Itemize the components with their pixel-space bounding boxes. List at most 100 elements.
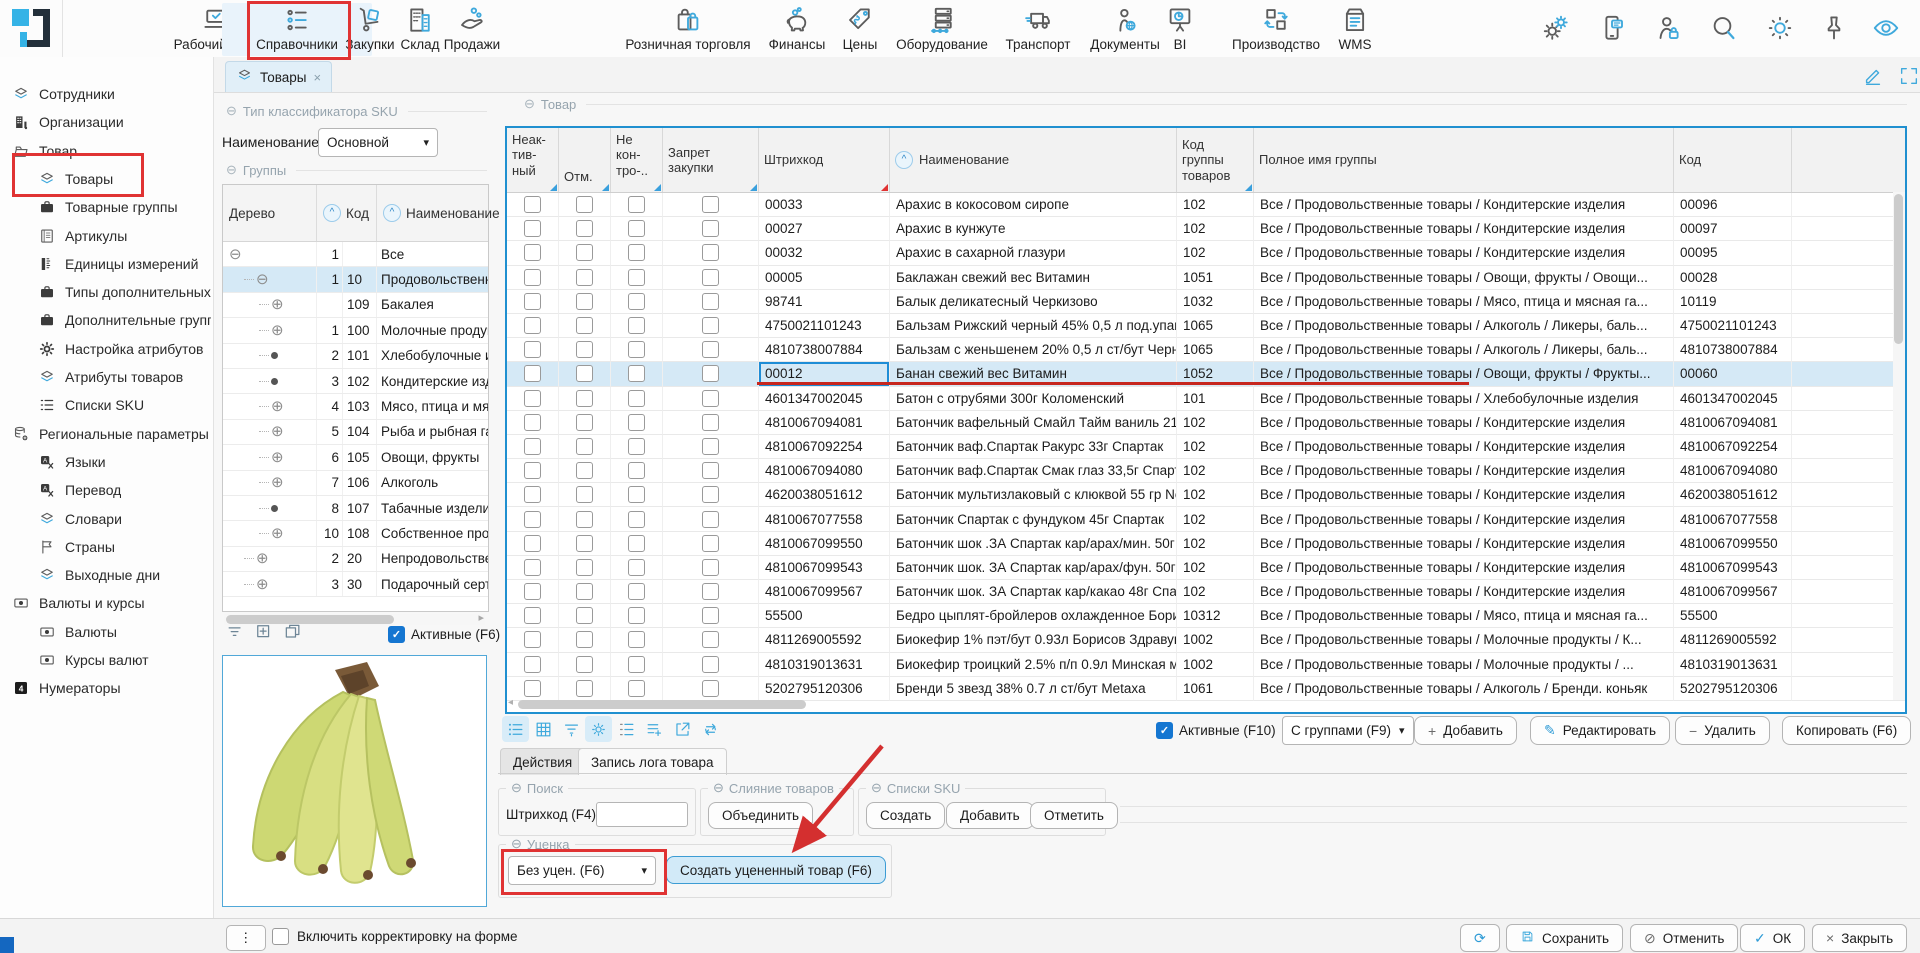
row-checkbox[interactable] xyxy=(628,196,645,213)
row-checkbox[interactable] xyxy=(524,631,541,648)
row-checkbox[interactable] xyxy=(524,269,541,286)
sidebar-item-18[interactable]: Выходные дни xyxy=(38,563,211,587)
cell-full-group[interactable]: Все / Продовольственные товары / Молочны… xyxy=(1254,628,1674,652)
row-checkbox[interactable] xyxy=(702,486,719,503)
cell-full-group[interactable]: Все / Продовольственные товары / Кондите… xyxy=(1254,411,1674,435)
row-checkbox[interactable] xyxy=(576,317,593,334)
close-button[interactable]: ×Закрыть xyxy=(1812,924,1907,952)
cell-code[interactable]: 4810319013631 xyxy=(1674,653,1792,677)
collapse-icon[interactable]: ⊖ xyxy=(511,780,522,796)
row-checkbox[interactable] xyxy=(628,365,645,382)
cell-group-code[interactable]: 102 xyxy=(1177,580,1254,604)
group-tree-row[interactable]: ⊕330Подарочный сертификат xyxy=(223,572,488,597)
sidebar-item-10[interactable]: Настройка атрибутов xyxy=(38,337,211,361)
row-checkbox[interactable] xyxy=(524,196,541,213)
row-checkbox[interactable] xyxy=(702,220,719,237)
cell-code[interactable]: 4810067094080 xyxy=(1674,459,1792,483)
row-checkbox[interactable] xyxy=(576,559,593,576)
refresh-button[interactable]: ⟳ xyxy=(1460,924,1500,952)
row-checkbox[interactable] xyxy=(702,656,719,673)
product-row[interactable]: 4750021101243Бальзам Рижский черный 45% … xyxy=(507,314,1905,338)
tab-tovary[interactable]: Товары × xyxy=(225,61,332,92)
sidebar-item-6[interactable]: Артикулы xyxy=(38,224,211,248)
cell-name[interactable]: Батон с отрубями 300г Коломенский xyxy=(890,387,1177,411)
copy-layout-icon[interactable] xyxy=(283,622,303,645)
row-checkbox[interactable] xyxy=(524,414,541,431)
cell-barcode[interactable]: 4620038051612 xyxy=(759,483,890,507)
row-checkbox[interactable] xyxy=(702,511,719,528)
cell-code[interactable]: 4601347002045 xyxy=(1674,387,1792,411)
product-row[interactable]: 00005Баклажан свежий вес Витамин1051Все … xyxy=(507,266,1905,290)
active-checkbox[interactable]: ✓ xyxy=(1156,722,1173,739)
cell-name[interactable]: Бедро цыплят-бройлеров охлажденное Борис… xyxy=(890,604,1177,628)
row-checkbox[interactable] xyxy=(524,511,541,528)
form-menu-button[interactable]: ⋮ xyxy=(226,925,266,951)
collapse-icon[interactable]: ⊖ xyxy=(871,780,882,796)
row-checkbox[interactable] xyxy=(628,486,645,503)
product-row[interactable]: 4810067099543Батончик шок. ЗА Спартак ка… xyxy=(507,556,1905,580)
cell-group-code[interactable]: 102 xyxy=(1177,483,1254,507)
collapse-icon[interactable]: ⊖ xyxy=(226,103,237,119)
tab-actions[interactable]: Действия xyxy=(500,748,585,775)
cell-code[interactable]: 00097 xyxy=(1674,217,1792,241)
column-header-uncontrolled[interactable]: Не кон- тро-.. xyxy=(611,128,663,192)
row-checkbox[interactable] xyxy=(628,244,645,261)
row-checkbox[interactable] xyxy=(702,631,719,648)
cell-name[interactable]: Батончик мультизлаковый с клюквой 55 гр … xyxy=(890,483,1177,507)
cell-barcode[interactable]: 4810067099567 xyxy=(759,580,890,604)
row-checkbox[interactable] xyxy=(628,414,645,431)
cell-code[interactable]: 4810067077558 xyxy=(1674,507,1792,531)
sidebar-item-14[interactable]: AЯзыки xyxy=(38,450,211,474)
row-checkbox[interactable] xyxy=(576,293,593,310)
group-tree-row[interactable]: ⊖110Продовольственные товары xyxy=(223,267,488,292)
row-checkbox[interactable] xyxy=(524,293,541,310)
row-checkbox[interactable] xyxy=(576,535,593,552)
row-checkbox[interactable] xyxy=(702,414,719,431)
row-checkbox[interactable] xyxy=(628,583,645,600)
row-checkbox[interactable] xyxy=(702,535,719,552)
sidebar-item-1[interactable]: Сотрудники xyxy=(12,82,211,106)
row-checkbox[interactable] xyxy=(524,365,541,382)
cell-name[interactable]: Бальзам Рижский черный 45% 0,5 л под.упа… xyxy=(890,314,1177,338)
cell-barcode[interactable]: 5202795120306 xyxy=(759,677,890,701)
ok-button[interactable]: ✓ОК xyxy=(1740,924,1805,952)
save-button[interactable]: Сохранить xyxy=(1506,924,1623,952)
row-checkbox[interactable] xyxy=(524,317,541,334)
cell-name[interactable]: Балык деликатесный Черкизово xyxy=(890,290,1177,314)
cell-group-code[interactable]: 102 xyxy=(1177,193,1254,217)
column-header-name[interactable]: ^Наименование xyxy=(890,128,1177,192)
cell-group-code[interactable]: 102 xyxy=(1177,241,1254,265)
product-row[interactable]: 4810067092254Батончик ваф.Спартак Ракурс… xyxy=(507,435,1905,459)
collapse-node-icon[interactable]: ⊖ xyxy=(229,247,242,262)
row-checkbox[interactable] xyxy=(524,438,541,455)
cell-barcode[interactable]: 4810319013631 xyxy=(759,653,890,677)
row-checkbox[interactable] xyxy=(702,244,719,261)
cell-code[interactable]: 10119 xyxy=(1674,290,1792,314)
visibility-icon[interactable] xyxy=(1871,13,1901,46)
cell-full-group[interactable]: Все / Продовольственные товары / Кондите… xyxy=(1254,241,1674,265)
cell-barcode[interactable]: 00005 xyxy=(759,266,890,290)
product-row[interactable]: 4810067077558Батончик Спартак с фундуком… xyxy=(507,507,1905,531)
cell-group-code[interactable]: 1061 xyxy=(1177,677,1254,701)
cell-full-group[interactable]: Все / Продовольственные товары / Алкогол… xyxy=(1254,338,1674,362)
row-checkbox[interactable] xyxy=(524,341,541,358)
row-checkbox[interactable] xyxy=(628,462,645,479)
expand-node-icon[interactable]: ⊕ xyxy=(256,577,269,592)
cell-group-code[interactable]: 1002 xyxy=(1177,653,1254,677)
cell-full-group[interactable]: Все / Продовольственные товары / Овощи, … xyxy=(1254,266,1674,290)
row-checkbox[interactable] xyxy=(576,486,593,503)
classifier-name-select[interactable]: Основной ▾ xyxy=(318,128,438,157)
row-checkbox[interactable] xyxy=(628,341,645,358)
row-checkbox[interactable] xyxy=(524,535,541,552)
row-checkbox[interactable] xyxy=(702,390,719,407)
row-checkbox[interactable] xyxy=(628,220,645,237)
row-checkbox[interactable] xyxy=(576,462,593,479)
expand-node-icon[interactable]: ⊕ xyxy=(271,475,284,490)
fullscreen-icon[interactable] xyxy=(1898,65,1920,90)
column-header-purchase-ban[interactable]: Запрет закупки xyxy=(663,128,759,192)
product-row[interactable]: 5202795120306Бренди 5 звезд 38% 0.7 л ст… xyxy=(507,677,1905,701)
create-markdown-product-button[interactable]: Создать уцененный товар (F6) xyxy=(666,856,886,884)
tree-filter-icon[interactable] xyxy=(225,622,245,645)
grid-view-icon[interactable] xyxy=(530,716,557,742)
cell-barcode[interactable]: 4810067099550 xyxy=(759,532,890,556)
